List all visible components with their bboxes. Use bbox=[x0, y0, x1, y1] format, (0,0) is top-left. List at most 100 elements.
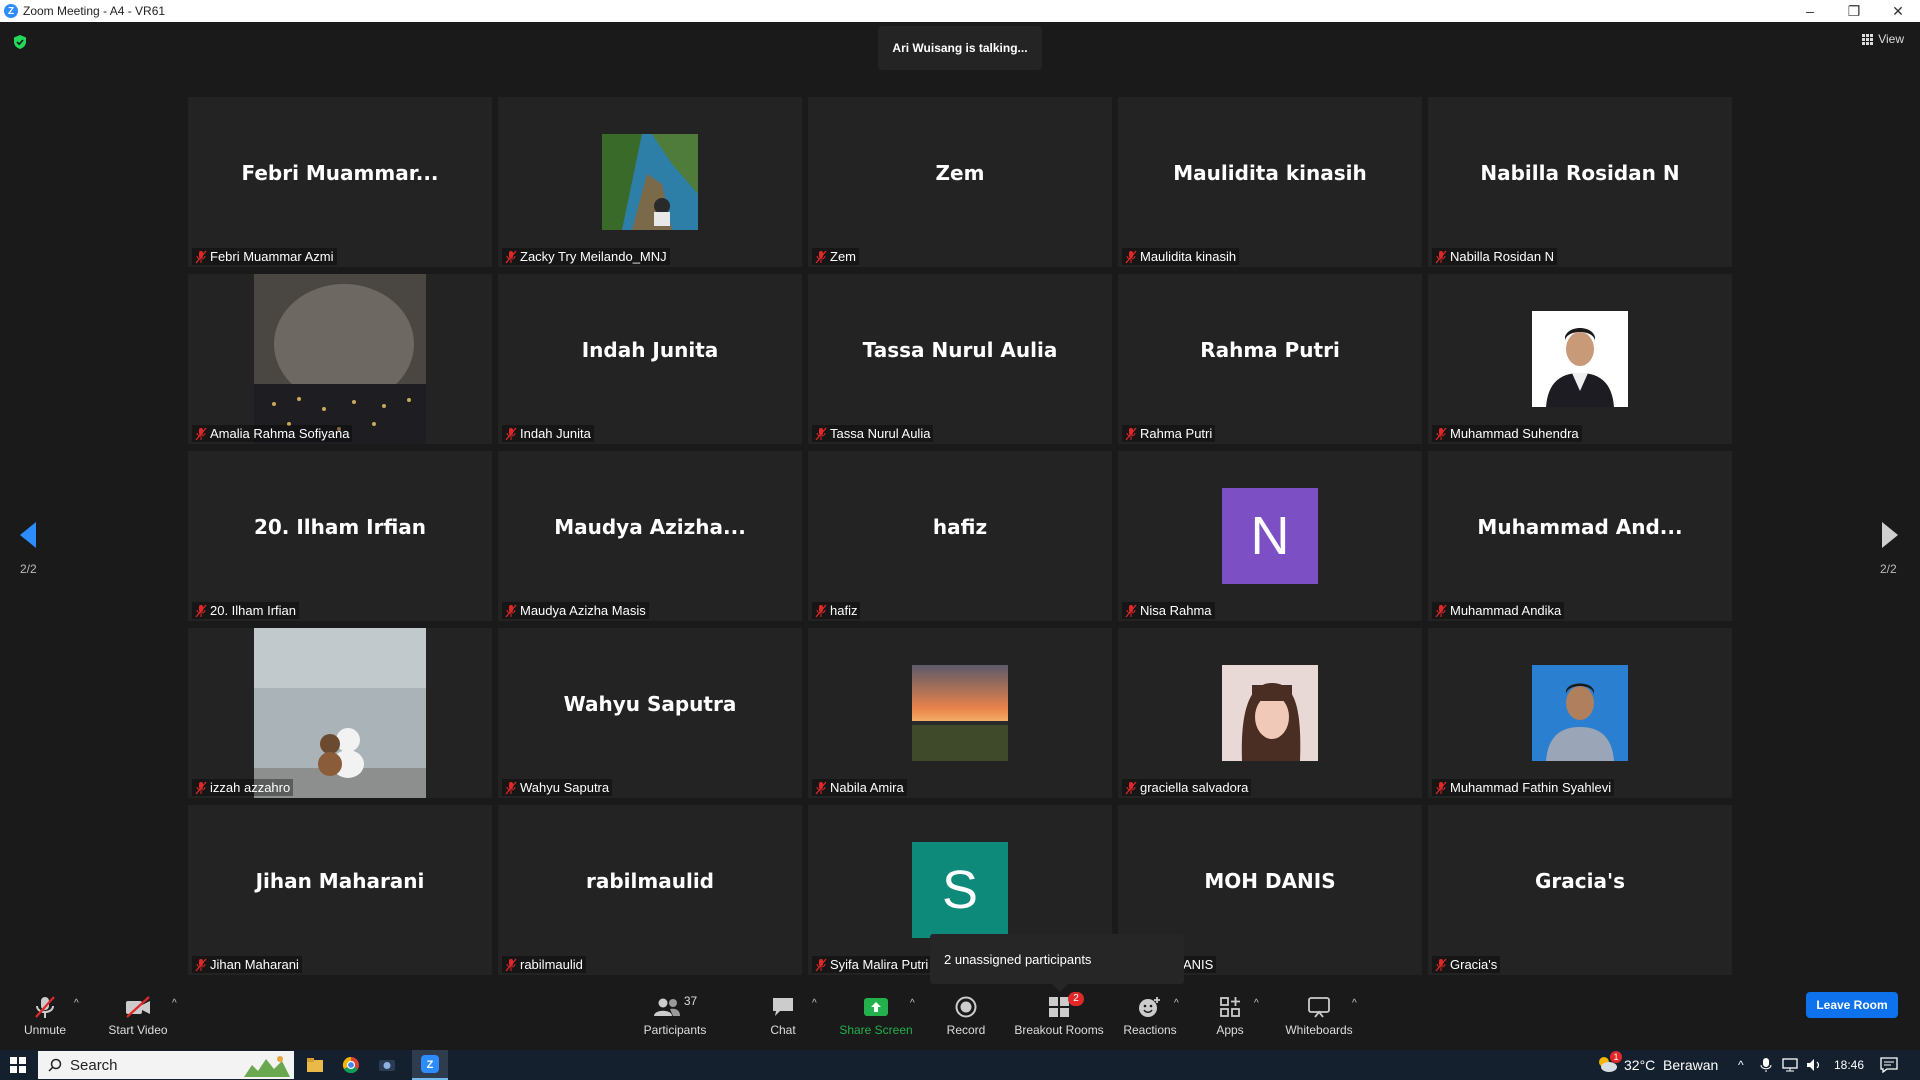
reactions-caret-icon[interactable]: ^ bbox=[1174, 998, 1179, 1009]
share-screen-icon bbox=[864, 997, 888, 1016]
participant-tile[interactable]: Jihan Maharani Jihan Maharani bbox=[188, 805, 492, 975]
video-off-icon bbox=[126, 995, 150, 1018]
close-icon[interactable]: ✕ bbox=[1876, 0, 1920, 22]
participant-tile[interactable]: Muhammad Suhendra bbox=[1428, 274, 1732, 444]
participant-tile[interactable]: Wahyu Saputra Wahyu Saputra bbox=[498, 628, 802, 798]
whiteboards-caret-icon[interactable]: ^ bbox=[1352, 998, 1357, 1009]
participant-display-name: Muhammad And... bbox=[1477, 515, 1683, 539]
chat-icon bbox=[773, 997, 793, 1016]
participant-tile[interactable]: Zem Zem bbox=[808, 97, 1112, 267]
participant-tile[interactable]: Zacky Try Meilando_MNJ bbox=[498, 97, 802, 267]
next-page-arrow-icon[interactable] bbox=[1880, 520, 1900, 550]
participant-name-label: ANIS bbox=[1180, 956, 1217, 973]
apps-caret-icon[interactable]: ^ bbox=[1254, 998, 1259, 1009]
participant-name-label: Nabilla Rosidan N bbox=[1432, 248, 1558, 265]
participants-button[interactable]: 37 Participants bbox=[640, 980, 710, 1050]
participant-display-name: Zem bbox=[935, 161, 985, 185]
weather-badge: 1 bbox=[1610, 1051, 1622, 1063]
muted-mic-icon bbox=[1435, 604, 1447, 617]
participant-tile[interactable]: Maudya Azizha... Maudya Azizha Masis bbox=[498, 451, 802, 621]
leave-room-button[interactable]: Leave Room bbox=[1806, 992, 1898, 1018]
muted-mic-icon bbox=[505, 604, 517, 617]
unmute-button[interactable]: Unmute bbox=[18, 980, 72, 1050]
share-screen-button[interactable]: Share Screen bbox=[839, 980, 913, 1050]
participant-display-name: Maudya Azizha... bbox=[554, 515, 746, 539]
taskbar-search-box[interactable]: Search bbox=[38, 1051, 294, 1079]
share-options-caret-icon[interactable]: ^ bbox=[910, 998, 915, 1009]
start-video-button[interactable]: Start Video bbox=[108, 980, 168, 1050]
chrome-icon[interactable] bbox=[342, 1056, 360, 1074]
video-options-caret-icon[interactable]: ^ bbox=[172, 998, 177, 1009]
previous-page-arrow-icon[interactable] bbox=[18, 520, 38, 550]
muted-mic-icon bbox=[1435, 958, 1447, 971]
muted-mic-icon bbox=[1125, 250, 1137, 263]
participant-name-label: Gracia's bbox=[1432, 956, 1501, 973]
page-indicator-right: 2/2 bbox=[1880, 562, 1897, 576]
participant-tile[interactable]: N Nisa Rahma bbox=[1118, 451, 1422, 621]
view-button[interactable]: View bbox=[1862, 32, 1904, 46]
muted-mic-icon bbox=[815, 250, 827, 263]
windows-start-icon[interactable] bbox=[10, 1057, 26, 1073]
file-explorer-icon[interactable] bbox=[306, 1057, 324, 1073]
reactions-button[interactable]: Reactions bbox=[1123, 980, 1177, 1050]
restore-icon[interactable]: ❐ bbox=[1832, 0, 1876, 22]
participant-tile[interactable]: Indah Junita Indah Junita bbox=[498, 274, 802, 444]
participant-display-name: Rahma Putri bbox=[1200, 338, 1340, 362]
participant-tile[interactable]: graciella salvadora bbox=[1118, 628, 1422, 798]
minimize-icon[interactable]: – bbox=[1788, 0, 1832, 22]
participant-name-label: Indah Junita bbox=[502, 425, 594, 442]
participant-name-label: Tassa Nurul Aulia bbox=[812, 425, 934, 442]
initial-avatar: S bbox=[912, 842, 1008, 938]
participant-tile[interactable]: Amalia Rahma Sofiyana bbox=[188, 274, 492, 444]
participant-display-name: Febri Muammar... bbox=[241, 161, 439, 185]
camera-app-icon[interactable] bbox=[378, 1056, 396, 1074]
participant-display-name: Indah Junita bbox=[581, 338, 719, 362]
chat-button[interactable]: Chat bbox=[766, 980, 800, 1050]
chat-options-caret-icon[interactable]: ^ bbox=[812, 998, 817, 1009]
apps-button[interactable]: Apps bbox=[1212, 980, 1248, 1050]
participant-tile[interactable]: rabilmaulid rabilmaulid bbox=[498, 805, 802, 975]
participant-tile[interactable]: izzah azzahro bbox=[188, 628, 492, 798]
record-icon bbox=[955, 996, 977, 1017]
muted-mic-icon bbox=[815, 604, 827, 617]
profile-photo bbox=[602, 134, 698, 230]
show-hidden-icons-chevron-icon[interactable]: ^ bbox=[1738, 1050, 1744, 1080]
participant-display-name: Maulidita kinasih bbox=[1173, 161, 1367, 185]
network-icon[interactable] bbox=[1782, 1058, 1798, 1072]
participant-tile[interactable]: hafiz hafiz bbox=[808, 451, 1112, 621]
participant-name-label: Amalia Rahma Sofiyana bbox=[192, 425, 353, 442]
participant-tile[interactable]: Gracia's Gracia's bbox=[1428, 805, 1732, 975]
weather-widget[interactable]: 1 32°C Berawan bbox=[1596, 1050, 1718, 1080]
participant-tile[interactable]: Muhammad And... Muhammad Andika bbox=[1428, 451, 1732, 621]
participant-tile[interactable]: Febri Muammar... Febri Muammar Azmi bbox=[188, 97, 492, 267]
participant-tile[interactable]: Tassa Nurul Aulia Tassa Nurul Aulia bbox=[808, 274, 1112, 444]
participant-tile[interactable]: Nabila Amira bbox=[808, 628, 1112, 798]
svg-text:Z: Z bbox=[427, 1059, 434, 1071]
profile-photo bbox=[1532, 311, 1628, 407]
microphone-tray-icon[interactable] bbox=[1760, 1057, 1772, 1073]
whiteboards-button[interactable]: Whiteboards bbox=[1284, 980, 1354, 1050]
record-button[interactable]: Record bbox=[946, 980, 986, 1050]
participant-name-label: Nisa Rahma bbox=[1122, 602, 1215, 619]
taskbar-clock[interactable]: 18:46 bbox=[1834, 1050, 1864, 1080]
speaker-volume-icon[interactable] bbox=[1806, 1058, 1822, 1072]
audio-options-caret-icon[interactable]: ^ bbox=[74, 998, 79, 1009]
notifications-icon[interactable] bbox=[1880, 1057, 1898, 1073]
muted-mic-icon bbox=[1435, 250, 1447, 263]
participant-tile[interactable]: Nabilla Rosidan N Nabilla Rosidan N bbox=[1428, 97, 1732, 267]
participant-tile[interactable]: Rahma Putri Rahma Putri bbox=[1118, 274, 1422, 444]
muted-mic-icon bbox=[195, 604, 207, 617]
security-shield-icon[interactable] bbox=[12, 34, 28, 50]
muted-mic-icon bbox=[815, 781, 827, 794]
participant-tile[interactable]: Maulidita kinasih Maulidita kinasih bbox=[1118, 97, 1422, 267]
participant-name-label: Rahma Putri bbox=[1122, 425, 1216, 442]
participant-tile[interactable]: 20. Ilham Irfian 20. Ilham Irfian bbox=[188, 451, 492, 621]
muted-mic-icon bbox=[1435, 427, 1447, 440]
meeting-toolbar: Unmute ^ Start Video ^ 37 Participants C… bbox=[0, 980, 1920, 1050]
participant-name-label: Wahyu Saputra bbox=[502, 779, 613, 796]
profile-photo bbox=[1222, 665, 1318, 761]
view-label: View bbox=[1878, 32, 1904, 46]
zoom-taskbar-button[interactable]: Z bbox=[412, 1050, 448, 1080]
muted-mic-icon bbox=[35, 995, 55, 1018]
participant-tile[interactable]: Muhammad Fathin Syahlevi bbox=[1428, 628, 1732, 798]
